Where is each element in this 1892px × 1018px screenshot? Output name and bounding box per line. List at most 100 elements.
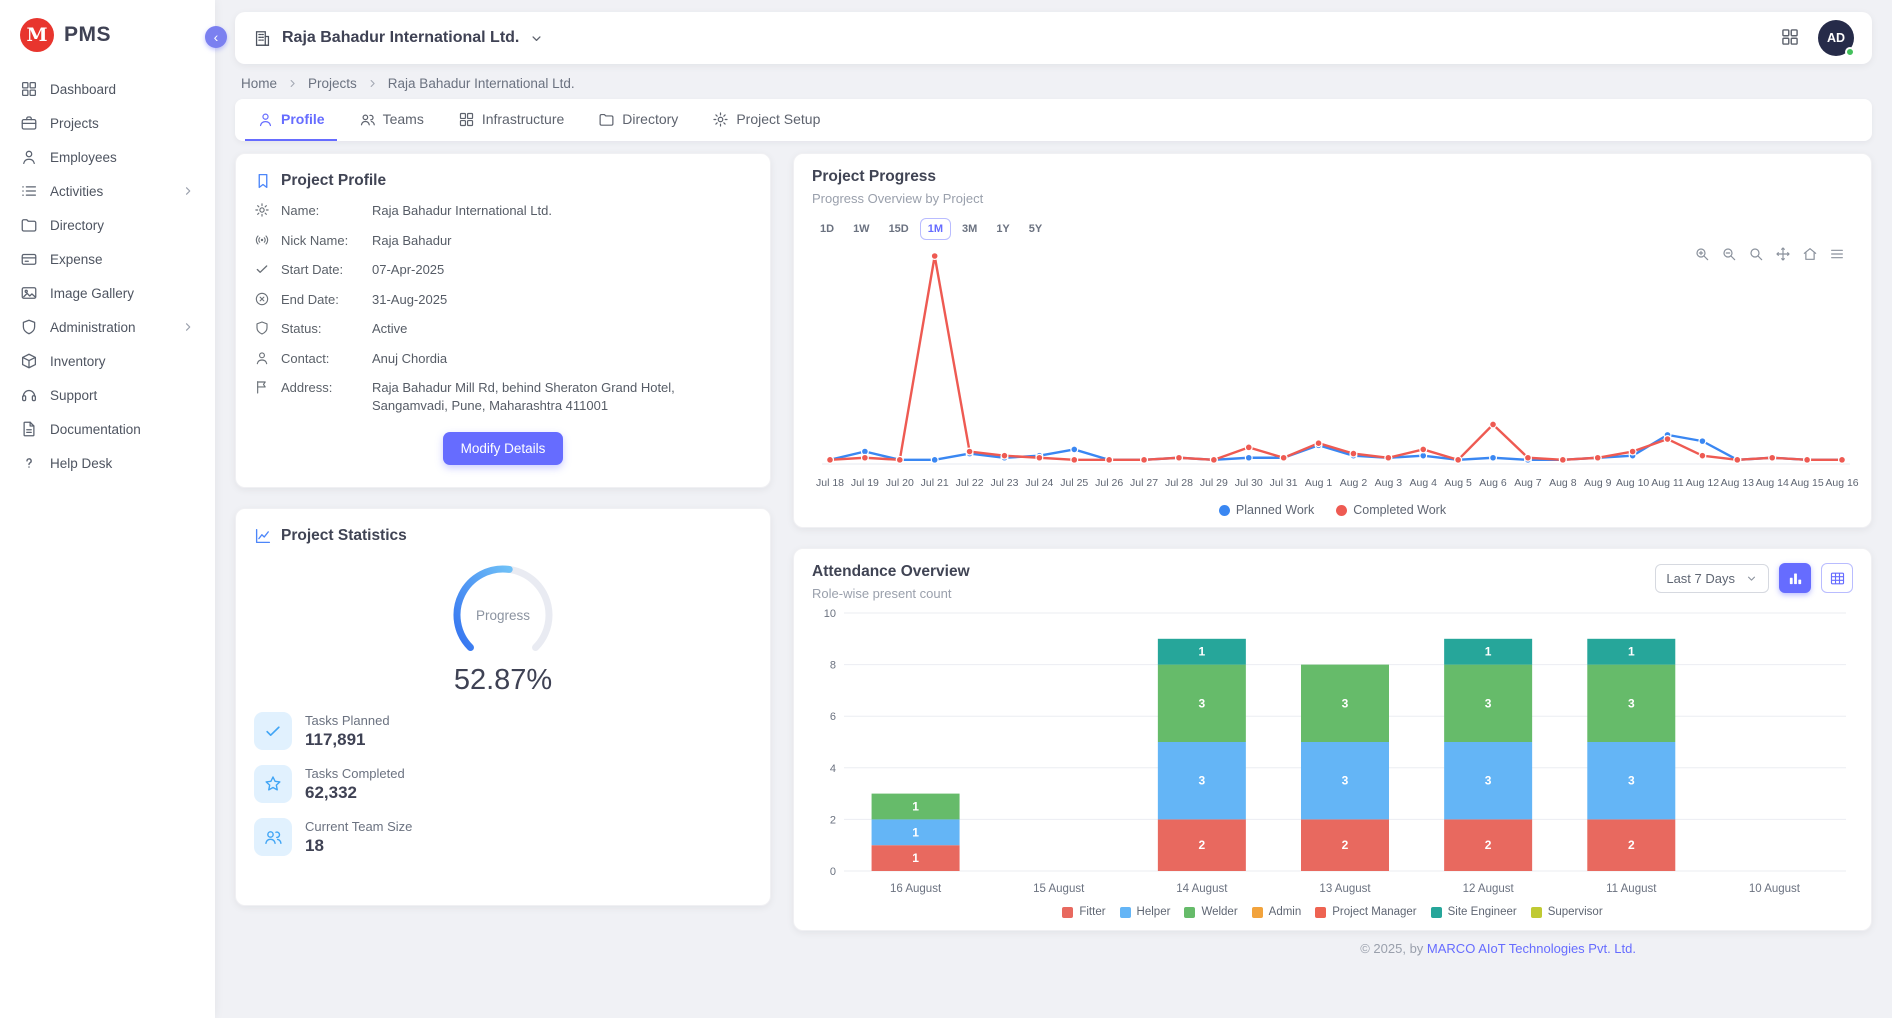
selection-zoom-icon[interactable] bbox=[1748, 246, 1764, 262]
card-title: Project Profile bbox=[281, 172, 386, 190]
svg-text:1: 1 bbox=[1628, 645, 1635, 659]
shortcuts-button[interactable] bbox=[1780, 27, 1800, 50]
field-value: Raja Bahadur bbox=[372, 232, 752, 250]
legend-label: Fitter bbox=[1079, 906, 1105, 918]
svg-text:3: 3 bbox=[1342, 774, 1349, 788]
range-1w[interactable]: 1W bbox=[845, 218, 878, 240]
attendance-controls: Last 7 Days bbox=[1655, 563, 1853, 593]
svg-text:Aug 6: Aug 6 bbox=[1479, 477, 1507, 489]
zoom-in-icon[interactable] bbox=[1694, 246, 1710, 262]
date-range-select[interactable]: Last 7 Days bbox=[1655, 564, 1769, 593]
range-5y[interactable]: 5Y bbox=[1021, 218, 1050, 240]
sidebar-item-help-desk[interactable]: Help Desk bbox=[0, 446, 215, 480]
svg-text:3: 3 bbox=[1485, 696, 1492, 710]
legend-swatch bbox=[1062, 907, 1073, 918]
dashboard-icon bbox=[20, 80, 38, 98]
svg-text:Aug 14: Aug 14 bbox=[1756, 477, 1789, 489]
check-icon bbox=[254, 261, 270, 277]
legend-label: Admin bbox=[1269, 906, 1302, 918]
chart-view-toggle[interactable] bbox=[1779, 563, 1811, 593]
legend-item[interactable]: Fitter bbox=[1062, 906, 1105, 918]
svg-text:Progress: Progress bbox=[476, 608, 530, 623]
sidebar-collapse-button[interactable]: ‹ bbox=[205, 26, 227, 48]
sidebar-item-employees[interactable]: Employees bbox=[0, 140, 215, 174]
range-1y[interactable]: 1Y bbox=[988, 218, 1017, 240]
company-link[interactable]: MARCO AIoT Technologies Pvt. Ltd. bbox=[1427, 941, 1636, 956]
legend-item[interactable]: Site Engineer bbox=[1431, 906, 1517, 918]
tab-profile[interactable]: Profile bbox=[245, 99, 337, 141]
pan-icon[interactable] bbox=[1775, 246, 1791, 262]
range-15d[interactable]: 15D bbox=[881, 218, 917, 240]
legend-item[interactable]: Admin bbox=[1252, 906, 1302, 918]
sidebar-item-expense[interactable]: Expense bbox=[0, 242, 215, 276]
breadcrumb-home[interactable]: Home bbox=[241, 76, 277, 91]
legend-item[interactable]: Planned Work bbox=[1219, 503, 1314, 517]
gear-icon bbox=[712, 111, 729, 128]
tab-label: Profile bbox=[281, 111, 325, 127]
svg-text:Jul 31: Jul 31 bbox=[1270, 477, 1298, 489]
right-column: Project Progress Progress Overview by Pr… bbox=[793, 153, 1872, 931]
range-1d[interactable]: 1D bbox=[812, 218, 842, 240]
sidebar-item-label: Employees bbox=[50, 150, 117, 165]
sidebar-item-activities[interactable]: Activities bbox=[0, 174, 215, 208]
tab-infrastructure[interactable]: Infrastructure bbox=[446, 99, 576, 141]
chart-icon bbox=[254, 527, 272, 545]
help-desk-icon bbox=[20, 454, 38, 472]
logo[interactable]: M PMS bbox=[0, 0, 215, 66]
stat-label: Tasks Planned bbox=[305, 713, 390, 728]
check-icon bbox=[254, 712, 292, 750]
svg-text:Aug 11: Aug 11 bbox=[1651, 477, 1684, 489]
tab-project-setup[interactable]: Project Setup bbox=[700, 99, 832, 141]
sidebar-item-label: Expense bbox=[50, 252, 103, 267]
sidebar-item-support[interactable]: Support bbox=[0, 378, 215, 412]
legend-item[interactable]: Welder bbox=[1184, 906, 1237, 918]
tab-teams[interactable]: Teams bbox=[347, 99, 436, 141]
svg-text:2: 2 bbox=[1199, 838, 1206, 852]
svg-text:16 August: 16 August bbox=[890, 883, 942, 895]
range-1m[interactable]: 1M bbox=[920, 218, 951, 240]
shield-icon bbox=[254, 320, 270, 336]
sidebar-item-image-gallery[interactable]: Image Gallery bbox=[0, 276, 215, 310]
reset-home-icon[interactable] bbox=[1802, 246, 1818, 262]
field-label: Nick Name: bbox=[281, 232, 361, 250]
tab-directory[interactable]: Directory bbox=[586, 99, 690, 141]
people-icon bbox=[359, 111, 376, 128]
svg-text:Aug 8: Aug 8 bbox=[1549, 477, 1577, 489]
sidebar-item-dashboard[interactable]: Dashboard bbox=[0, 72, 215, 106]
range-3m[interactable]: 3M bbox=[954, 218, 985, 240]
x-circle-icon bbox=[254, 291, 270, 307]
svg-text:3: 3 bbox=[1485, 774, 1492, 788]
attendance-bar-chart: 024681011116 August15 August233114 Augus… bbox=[812, 605, 1853, 906]
svg-text:Aug 3: Aug 3 bbox=[1375, 477, 1403, 489]
legend-label: Completed Work bbox=[1353, 503, 1446, 517]
sidebar-item-documentation[interactable]: Documentation bbox=[0, 412, 215, 446]
stat-tasks-planned: Tasks Planned 117,891 bbox=[254, 712, 752, 750]
user-avatar[interactable]: AD bbox=[1818, 20, 1854, 56]
sidebar-item-inventory[interactable]: Inventory bbox=[0, 344, 215, 378]
breadcrumb-projects[interactable]: Projects bbox=[308, 76, 357, 91]
legend-item[interactable]: Project Manager bbox=[1315, 906, 1416, 918]
svg-text:3: 3 bbox=[1199, 774, 1206, 788]
building-icon bbox=[253, 29, 272, 48]
legend-swatch bbox=[1184, 907, 1195, 918]
chart-menu-icon[interactable] bbox=[1829, 246, 1845, 262]
project-selector[interactable]: Raja Bahadur International Ltd. bbox=[253, 29, 544, 48]
svg-text:2: 2 bbox=[830, 814, 836, 826]
sidebar-item-directory[interactable]: Directory bbox=[0, 208, 215, 242]
sidebar-item-projects[interactable]: Projects bbox=[0, 106, 215, 140]
svg-text:3: 3 bbox=[1628, 696, 1635, 710]
sidebar-item-label: Help Desk bbox=[50, 456, 112, 471]
svg-text:Aug 10: Aug 10 bbox=[1616, 477, 1649, 489]
legend-item[interactable]: Completed Work bbox=[1336, 503, 1446, 517]
table-view-toggle[interactable] bbox=[1821, 563, 1853, 593]
legend-item[interactable]: Helper bbox=[1120, 906, 1171, 918]
legend-item[interactable]: Supervisor bbox=[1531, 906, 1603, 918]
progress-legend: Planned Work Completed Work bbox=[812, 503, 1853, 517]
sidebar-item-administration[interactable]: Administration bbox=[0, 310, 215, 344]
people-icon bbox=[254, 818, 292, 856]
support-icon bbox=[20, 386, 38, 404]
modify-details-button[interactable]: Modify Details bbox=[443, 432, 564, 465]
avatar-initials: AD bbox=[1827, 31, 1845, 45]
zoom-out-icon[interactable] bbox=[1721, 246, 1737, 262]
field-label: Name: bbox=[281, 202, 361, 220]
